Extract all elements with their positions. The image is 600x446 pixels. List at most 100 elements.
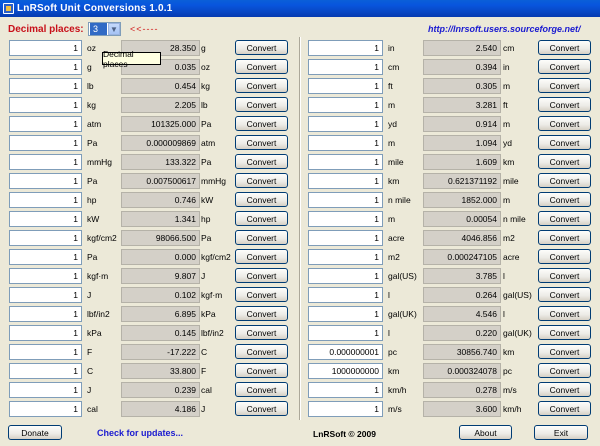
convert-button[interactable]: Convert — [235, 230, 288, 245]
convert-button[interactable]: Convert — [538, 325, 591, 340]
input-value-field[interactable]: 1 — [9, 116, 82, 132]
convert-button[interactable]: Convert — [538, 135, 591, 150]
to-unit-label: lb — [201, 100, 208, 110]
input-value-field[interactable]: 1 — [308, 306, 383, 322]
to-unit-label: Pa — [201, 157, 212, 167]
input-value-field[interactable]: 1 — [308, 135, 383, 151]
input-value-field[interactable]: 1 — [9, 363, 82, 379]
input-value-field[interactable]: 1 — [308, 249, 383, 265]
from-unit-label: g — [87, 62, 92, 72]
decimal-places-select[interactable]: 3 ▼ — [88, 22, 121, 36]
input-value-field[interactable]: 1 — [308, 59, 383, 75]
convert-button[interactable]: Convert — [235, 116, 288, 131]
conversion-row: 1 cm 0.394 in Convert — [304, 59, 595, 75]
convert-button[interactable]: Convert — [235, 306, 288, 321]
convert-button[interactable]: Convert — [235, 382, 288, 397]
input-value-field[interactable]: 1 — [308, 173, 383, 189]
input-value-field[interactable]: 1 — [308, 40, 383, 56]
input-value-field[interactable]: 1 — [9, 211, 82, 227]
input-value-field[interactable]: 1 — [9, 325, 82, 341]
input-value-field[interactable]: 0.000000001 — [308, 344, 383, 360]
input-value-field[interactable]: 1 — [308, 382, 383, 398]
input-value-field[interactable]: 1 — [308, 287, 383, 303]
check-updates-link[interactable]: Check for updates... — [97, 428, 183, 438]
website-link[interactable]: http://lnrsoft.users.sourceforge.net/ — [428, 24, 581, 34]
input-value-field[interactable]: 1 — [9, 306, 82, 322]
convert-button[interactable]: Convert — [235, 97, 288, 112]
input-value-field[interactable]: 1 — [308, 230, 383, 246]
input-value-field[interactable]: 1 — [308, 401, 383, 417]
input-value-field[interactable]: 1 — [9, 40, 82, 56]
input-value-field[interactable]: 1 — [9, 268, 82, 284]
input-value-field[interactable]: 1 — [9, 97, 82, 113]
convert-button[interactable]: Convert — [538, 59, 591, 74]
output-value-field: 0.394 — [423, 59, 501, 75]
donate-button[interactable]: Donate — [8, 425, 62, 440]
input-value-field[interactable]: 1000000000 — [308, 363, 383, 379]
input-value-field[interactable]: 1 — [9, 173, 82, 189]
convert-button[interactable]: Convert — [538, 287, 591, 302]
convert-button[interactable]: Convert — [538, 230, 591, 245]
input-value-field[interactable]: 1 — [9, 192, 82, 208]
input-value-field[interactable]: 1 — [9, 154, 82, 170]
convert-button[interactable]: Convert — [538, 154, 591, 169]
from-unit-label: J — [87, 385, 92, 395]
left-conversion-panel: 1 oz 28.350 g Convert 1 g 0.035 oz Convert 1 lb 0.45… — [5, 37, 297, 420]
input-value-field[interactable]: 1 — [9, 230, 82, 246]
output-value-field: 3.281 — [423, 97, 501, 113]
convert-button[interactable]: Convert — [235, 325, 288, 340]
convert-button[interactable]: Convert — [235, 363, 288, 378]
from-unit-label: in — [388, 43, 395, 53]
input-value-field[interactable]: 1 — [308, 97, 383, 113]
convert-button[interactable]: Convert — [538, 249, 591, 264]
convert-button[interactable]: Convert — [235, 173, 288, 188]
input-value-field[interactable]: 1 — [308, 78, 383, 94]
input-value-field[interactable]: 1 — [9, 382, 82, 398]
about-button[interactable]: About — [459, 425, 512, 440]
input-value-field[interactable]: 1 — [9, 135, 82, 151]
convert-button[interactable]: Convert — [538, 382, 591, 397]
convert-button[interactable]: Convert — [538, 363, 591, 378]
input-value-field[interactable]: 1 — [308, 325, 383, 341]
convert-button[interactable]: Convert — [235, 40, 288, 55]
exit-button[interactable]: Exit — [534, 425, 588, 440]
convert-button[interactable]: Convert — [235, 154, 288, 169]
input-value-field[interactable]: 1 — [9, 287, 82, 303]
input-value-field[interactable]: 1 — [308, 192, 383, 208]
convert-button[interactable]: Convert — [235, 401, 288, 416]
input-value-field[interactable]: 1 — [9, 59, 82, 75]
convert-button[interactable]: Convert — [235, 249, 288, 264]
convert-button[interactable]: Convert — [538, 78, 591, 93]
convert-button[interactable]: Convert — [538, 40, 591, 55]
convert-button[interactable]: Convert — [538, 192, 591, 207]
chevron-down-icon[interactable]: ▼ — [108, 23, 120, 35]
input-value-field[interactable]: 1 — [308, 154, 383, 170]
input-value-field[interactable]: 1 — [9, 249, 82, 265]
input-value-field[interactable]: 1 — [308, 268, 383, 284]
convert-button[interactable]: Convert — [235, 192, 288, 207]
convert-button[interactable]: Convert — [538, 306, 591, 321]
output-value-field: 2.540 — [423, 40, 501, 56]
input-value-field[interactable]: 1 — [308, 116, 383, 132]
to-unit-label: kgf/cm2 — [201, 252, 231, 262]
input-value-field[interactable]: 1 — [308, 211, 383, 227]
convert-button[interactable]: Convert — [538, 211, 591, 226]
convert-button[interactable]: Convert — [538, 344, 591, 359]
convert-button[interactable]: Convert — [538, 173, 591, 188]
input-value-field[interactable]: 1 — [9, 401, 82, 417]
convert-button[interactable]: Convert — [235, 59, 288, 74]
input-value-field[interactable]: 1 — [9, 344, 82, 360]
convert-button[interactable]: Convert — [538, 116, 591, 131]
convert-button[interactable]: Convert — [235, 268, 288, 283]
convert-button[interactable]: Convert — [538, 268, 591, 283]
output-value-field: -17.222 — [121, 344, 200, 360]
convert-button[interactable]: Convert — [235, 211, 288, 226]
convert-button[interactable]: Convert — [538, 97, 591, 112]
input-value-field[interactable]: 1 — [9, 78, 82, 94]
convert-button[interactable]: Convert — [235, 287, 288, 302]
convert-button[interactable]: Convert — [235, 344, 288, 359]
convert-button[interactable]: Convert — [235, 135, 288, 150]
convert-button[interactable]: Convert — [235, 78, 288, 93]
convert-button[interactable]: Convert — [538, 401, 591, 416]
to-unit-label: Pa — [201, 119, 212, 129]
